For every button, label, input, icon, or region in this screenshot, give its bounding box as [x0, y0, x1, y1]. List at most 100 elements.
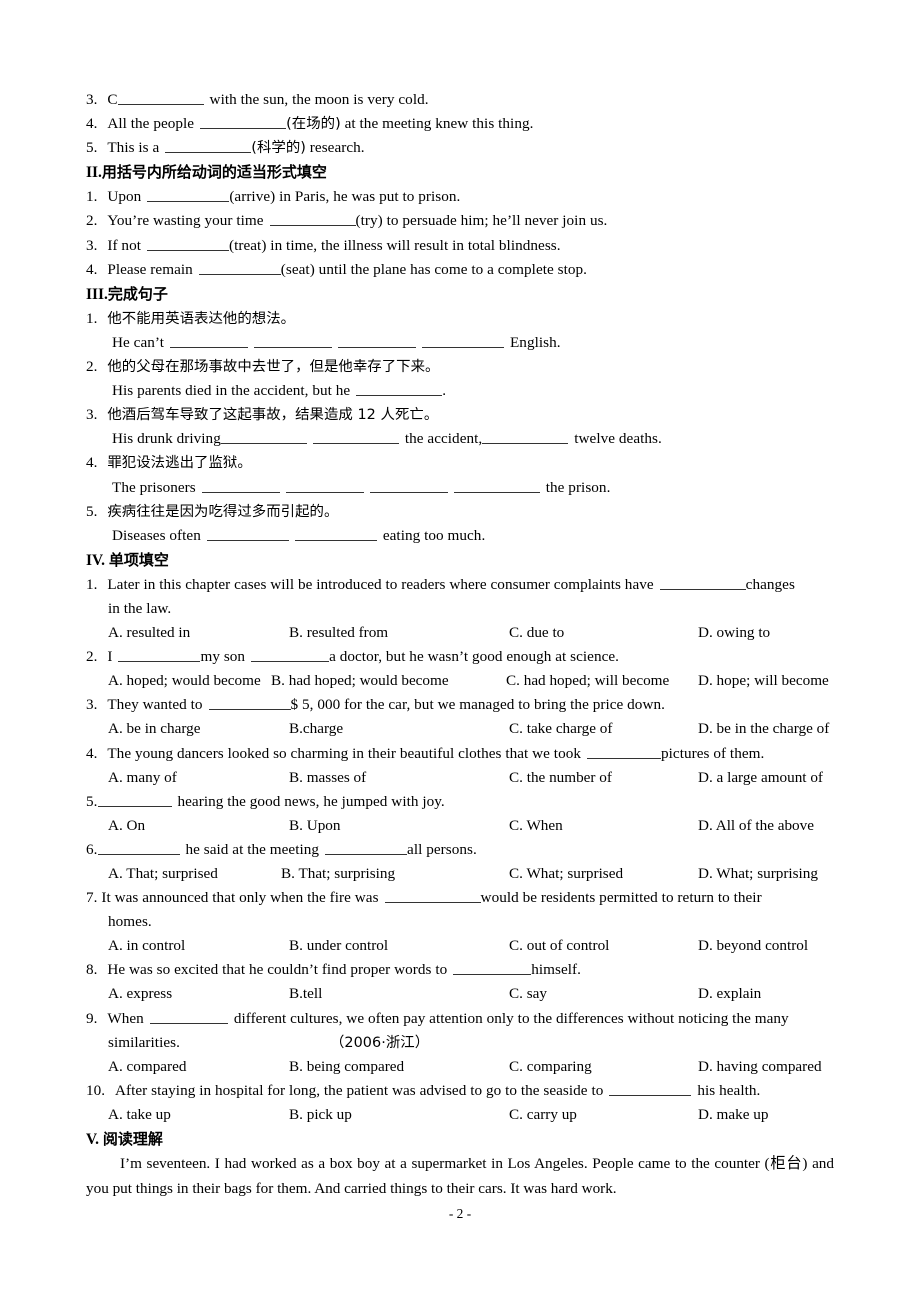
option-c[interactable]: C. the number of [509, 766, 612, 790]
option-d[interactable]: D. having compared [698, 1055, 822, 1079]
option-b[interactable]: B.tell [289, 982, 322, 1006]
option-d[interactable]: D. hope; will become [698, 669, 829, 693]
option-d[interactable]: D. What; surprising [698, 862, 818, 886]
blank-underline[interactable] [220, 429, 307, 445]
option-b[interactable]: B.charge [289, 717, 343, 741]
blank-underline[interactable] [251, 647, 330, 663]
blank-underline[interactable] [609, 1080, 692, 1096]
option-d[interactable]: D. All of the above [698, 814, 814, 838]
blank-underline[interactable] [118, 647, 201, 663]
blank-underline[interactable] [97, 839, 180, 855]
option-b[interactable]: B. Upon [289, 814, 340, 838]
option-a[interactable]: A. be in charge [108, 717, 201, 741]
translate-item-cn: 4. 罪犯设法逃出了监狱。 [86, 451, 834, 475]
section-title: 单项填空 [108, 550, 169, 569]
option-c[interactable]: C. take charge of [509, 717, 612, 741]
option-b[interactable]: B. had hoped; would become [271, 669, 449, 693]
item-number: 3. [86, 91, 98, 108]
blank-underline[interactable] [147, 187, 230, 203]
option-d[interactable]: D. a large amount of [698, 766, 823, 790]
blank-underline[interactable] [312, 429, 399, 445]
item-number: 3. [86, 696, 98, 714]
option-d[interactable]: D. beyond control [698, 934, 808, 958]
blank-underline[interactable] [200, 114, 287, 130]
blank-underline[interactable] [269, 211, 356, 227]
option-c[interactable]: C. When [509, 814, 563, 838]
blank-underline[interactable] [294, 525, 377, 541]
blank-underline[interactable] [482, 429, 569, 445]
item-number: 2. [86, 358, 98, 376]
option-b[interactable]: B. pick up [289, 1103, 352, 1127]
blank-underline[interactable] [337, 333, 416, 348]
section-title: 完成句子 [107, 284, 168, 303]
option-b[interactable]: B. resulted from [289, 621, 388, 645]
sentence-post: . [442, 382, 447, 400]
option-d[interactable]: D. owing to [698, 621, 770, 645]
section-heading-three: III.完成句子 [86, 282, 834, 307]
option-a[interactable]: A. compared [108, 1055, 186, 1079]
option-c[interactable]: C. carry up [509, 1103, 577, 1127]
item-number: 4. [86, 115, 98, 133]
option-c[interactable]: C. had hoped; will become [506, 669, 669, 693]
sentence-pre: His parents died in the accident, but he [112, 382, 351, 400]
mcq-stem: 7. It was announced that only when the f… [86, 886, 834, 910]
blank-underline[interactable] [587, 743, 661, 759]
option-c[interactable]: C. What; surprised [509, 862, 623, 886]
blank-underline[interactable] [453, 477, 540, 493]
mcq-stem: 10. After staying in hospital for long, … [86, 1079, 834, 1103]
option-c[interactable]: C. comparing [509, 1055, 592, 1079]
blank-underline[interactable] [206, 525, 289, 541]
blank-underline[interactable] [384, 888, 481, 904]
blank-underline[interactable] [659, 574, 746, 590]
option-a[interactable]: A. That; surprised [108, 862, 218, 886]
mcq-stem: 5. hearing the good news, he jumped with … [86, 790, 834, 814]
item-hint: (在场的) [286, 116, 341, 133]
blank-underline[interactable] [97, 791, 172, 807]
blank-underline[interactable] [421, 333, 504, 348]
option-a[interactable]: A. take up [108, 1103, 171, 1127]
mcq-stem: 6. he said at the meeting all persons. [86, 838, 834, 862]
blank-underline[interactable] [325, 839, 408, 855]
stem-post: his health. [697, 1081, 761, 1099]
option-a[interactable]: A. On [108, 814, 145, 838]
blank-underline[interactable] [169, 333, 248, 348]
option-d[interactable]: D. make up [698, 1103, 768, 1127]
stem-post: changes [745, 575, 795, 593]
page-footer: - 2 - [448, 1206, 472, 1221]
option-a[interactable]: A. express [108, 982, 172, 1006]
mcq-stem: 9. When different cultures, we often pay … [86, 1007, 834, 1031]
option-d[interactable]: D. be in the charge of [698, 717, 829, 741]
option-c[interactable]: C. due to [509, 621, 564, 645]
blank-underline[interactable] [356, 381, 443, 397]
option-a[interactable]: A. resulted in [108, 621, 190, 645]
mcq-stem: 3. They wanted to $ 5, 000 for the car, b… [86, 693, 834, 717]
chinese-prompt: 他酒后驾车导致了这起事故，结果造成 12 人死亡。 [107, 407, 439, 424]
blank-underline[interactable] [453, 960, 532, 976]
option-c[interactable]: C. say [509, 982, 547, 1006]
option-b[interactable]: B. That; surprising [281, 862, 395, 886]
option-b[interactable]: B. being compared [289, 1055, 404, 1079]
blank-underline[interactable] [201, 477, 280, 493]
option-a[interactable]: A. hoped; would become [108, 669, 261, 693]
blank-underline[interactable] [208, 695, 291, 711]
option-d[interactable]: D. explain [698, 982, 761, 1006]
item-number: 2. [86, 212, 98, 230]
blank-underline[interactable] [165, 138, 252, 154]
blank-underline[interactable] [285, 477, 364, 493]
blank-underline[interactable] [369, 477, 448, 493]
option-a[interactable]: A. in control [108, 934, 185, 958]
option-a[interactable]: A. many of [108, 766, 177, 790]
blank-underline[interactable] [149, 1008, 228, 1024]
blank-underline[interactable] [146, 235, 229, 251]
mcq-stem-wrap: homes. [86, 910, 834, 934]
option-b[interactable]: B. under control [289, 934, 388, 958]
blank-underline[interactable] [198, 259, 281, 275]
mcq-options: A. many of B. masses of C. the number of… [86, 766, 834, 790]
option-b[interactable]: B. masses of [289, 766, 366, 790]
item-text-post: in Paris, he was put to prison. [279, 188, 461, 206]
blank-underline[interactable] [253, 333, 332, 348]
chinese-prompt: 罪犯设法逃出了监狱。 [107, 455, 252, 472]
blank-underline[interactable] [117, 90, 204, 105]
question-source: （2006·浙江） [329, 1034, 430, 1051]
option-c[interactable]: C. out of control [509, 934, 609, 958]
